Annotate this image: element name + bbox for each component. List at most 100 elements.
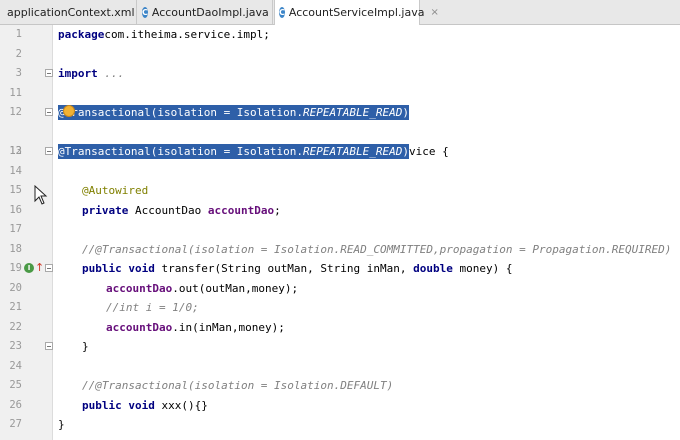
code-token: AccountDao	[128, 203, 208, 217]
mouse-pointer-icon	[34, 185, 48, 205]
code-line[interactable]: 18 //@Transactional(isolation = Isolation…	[0, 240, 680, 260]
selected-text-end: )	[402, 106, 410, 119]
code-token: package	[58, 28, 105, 41]
code-line[interactable]: 20 accountDao.out(outMan,money);	[0, 279, 680, 299]
code-token: accountDao	[207, 203, 275, 217]
code-line[interactable]: 24	[0, 357, 680, 377]
code-token: xxx(){}	[154, 398, 208, 412]
code-text: }	[82, 337, 89, 357]
line-number: 26	[9, 398, 22, 411]
code-text: }	[58, 415, 65, 435]
fold-toggle-icon[interactable]	[45, 69, 53, 77]
implements-method-icon[interactable]: I	[24, 263, 34, 273]
class-icon: C	[279, 7, 285, 18]
class-icon: C	[142, 6, 148, 18]
code-line[interactable]: 2	[0, 45, 680, 65]
go-to-super-arrow-icon[interactable]: ↑	[35, 262, 44, 274]
code-line[interactable]: 3 import ...	[0, 64, 680, 84]
selected-annotation[interactable]: @Transactional(isolation = Isolation.REP…	[58, 105, 410, 120]
fold-toggle-icon[interactable]	[45, 108, 53, 116]
code-line[interactable]: 21 //int i = 1/0;	[0, 298, 680, 318]
code-text: accountDao.in(inMan,money);	[106, 318, 285, 338]
code-editor[interactable]: 1 packagecom.itheima.service.impl; 2 3 impor…	[0, 25, 680, 440]
code-token: transfer(String outMan, String inMan,	[154, 262, 414, 275]
code-text: public void xxx(){}	[82, 396, 208, 416]
tab-label: AccountDaoImpl.java	[151, 5, 269, 19]
intention-bulb-icon[interactable]	[63, 105, 75, 117]
code-line[interactable]: 25 //@Transactional(isolation = Isolation…	[0, 376, 680, 396]
fold-toggle-icon[interactable]	[45, 147, 53, 155]
line-number: 2	[15, 47, 22, 60]
code-token: com.itheima.service.impl;	[104, 28, 270, 41]
selected-enum-value: REPEATABLE_READ	[303, 106, 403, 119]
line-number: 19	[9, 262, 22, 274]
code-text: accountDao.out(outMan,money);	[106, 279, 298, 299]
code-line[interactable]: 23}	[0, 337, 680, 357]
code-line[interactable]: 27}	[0, 415, 680, 435]
line-number: 16	[9, 203, 22, 216]
code-text: private AccountDao accountDao;	[82, 201, 281, 221]
line-number: 27	[9, 418, 22, 430]
selected-annotation[interactable]: @Transactional(isolation = Isolation.REP…	[58, 144, 410, 159]
line-number: 25	[9, 379, 22, 391]
code-text: @Transactional(isolation = Isolation.REP…	[58, 103, 410, 123]
tab-accountserviceimpl-java[interactable]: C AccountServiceImpl.java ×	[274, 0, 439, 25]
selected-text: REPEATABLE_READ	[303, 145, 403, 158]
code-token: ...	[97, 67, 125, 80]
code-line[interactable]: 11	[0, 84, 680, 104]
code-line[interactable]: 1 packagecom.itheima.service.impl;	[0, 25, 680, 45]
code-line[interactable]: 19 public void transfer(String outMan, St…	[0, 259, 680, 279]
code-text: public void transfer(String outMan, Stri…	[82, 259, 513, 279]
selected-text: )	[402, 145, 410, 158]
code-token: money) {	[452, 262, 513, 275]
code-line[interactable]: 26 public void xxx(){}	[0, 396, 680, 416]
code-line[interactable]: 17	[0, 220, 680, 240]
tab-label: applicationContext.xml	[7, 5, 135, 19]
tab-accountdaoimpl-java[interactable]: C AccountDaoImpl.java ×	[138, 0, 283, 24]
code-text: packagecom.itheima.service.impl;	[58, 25, 270, 45]
line-number: 3	[15, 67, 22, 79]
code-token: @Autowired	[82, 184, 149, 197]
fold-end-icon[interactable]	[45, 342, 53, 350]
line-number: 12	[9, 106, 22, 118]
code-text: import ...	[58, 64, 124, 84]
code-token: double	[413, 262, 453, 275]
code-token: .out(outMan,money);	[172, 281, 299, 295]
code-line[interactable]: 16 private AccountDao accountDao;	[0, 201, 680, 221]
fold-toggle-icon[interactable]	[45, 264, 53, 272]
code-line-selected[interactable]: 12 @Transactional(isolation = Isolation.R…	[0, 142, 680, 162]
code-text: @Autowired	[82, 181, 148, 201]
line-number: 23	[9, 340, 22, 352]
code-token: .in(inMan,money);	[172, 320, 285, 334]
line-number: 11	[9, 86, 22, 99]
line-number: 14	[9, 164, 22, 177]
line-number: 17	[9, 223, 22, 235]
line-number: 12	[9, 145, 22, 157]
close-icon[interactable]: ×	[430, 7, 438, 18]
line-number: 15	[9, 184, 22, 196]
code-token: import	[58, 67, 98, 80]
code-token: //@Transactional(isolation = Isolation.R…	[82, 242, 672, 256]
selected-text: @Transactional(isolation = Isolation.	[58, 106, 304, 119]
line-number: 21	[9, 301, 22, 313]
code-text: //@Transactional(isolation = Isolation.D…	[82, 376, 393, 396]
code-line[interactable]: 22 accountDao.in(inMan,money);	[0, 318, 680, 338]
code-token: public void	[82, 398, 155, 412]
tab-label: AccountServiceImpl.java	[288, 6, 425, 19]
code-line[interactable]: 14	[0, 162, 680, 182]
line-number: 20	[9, 281, 22, 294]
code-token: //int i = 1/0;	[106, 301, 199, 314]
code-token: private	[82, 203, 129, 217]
code-text: //@Transactional(isolation = Isolation.R…	[82, 240, 671, 260]
code-line[interactable]: 15 @Autowired	[0, 181, 680, 201]
code-token: //@Transactional(isolation = Isolation.D…	[82, 379, 394, 392]
code-token: public void	[82, 262, 155, 275]
code-text: //int i = 1/0;	[106, 298, 199, 318]
tab-applicationcontext-xml[interactable]: applicationContext.xml ×	[0, 0, 149, 24]
code-token: }	[82, 340, 89, 353]
selected-text: @Transactional(isolation = Isolation.	[58, 145, 304, 158]
code-token: accountDao	[106, 281, 173, 295]
code-line[interactable]: 12 @Transactional(isolation = Isolation.R…	[0, 103, 680, 123]
code-text: @Transactional(isolation = Isolation.REP…	[58, 142, 410, 162]
code-token: ;	[274, 203, 281, 217]
